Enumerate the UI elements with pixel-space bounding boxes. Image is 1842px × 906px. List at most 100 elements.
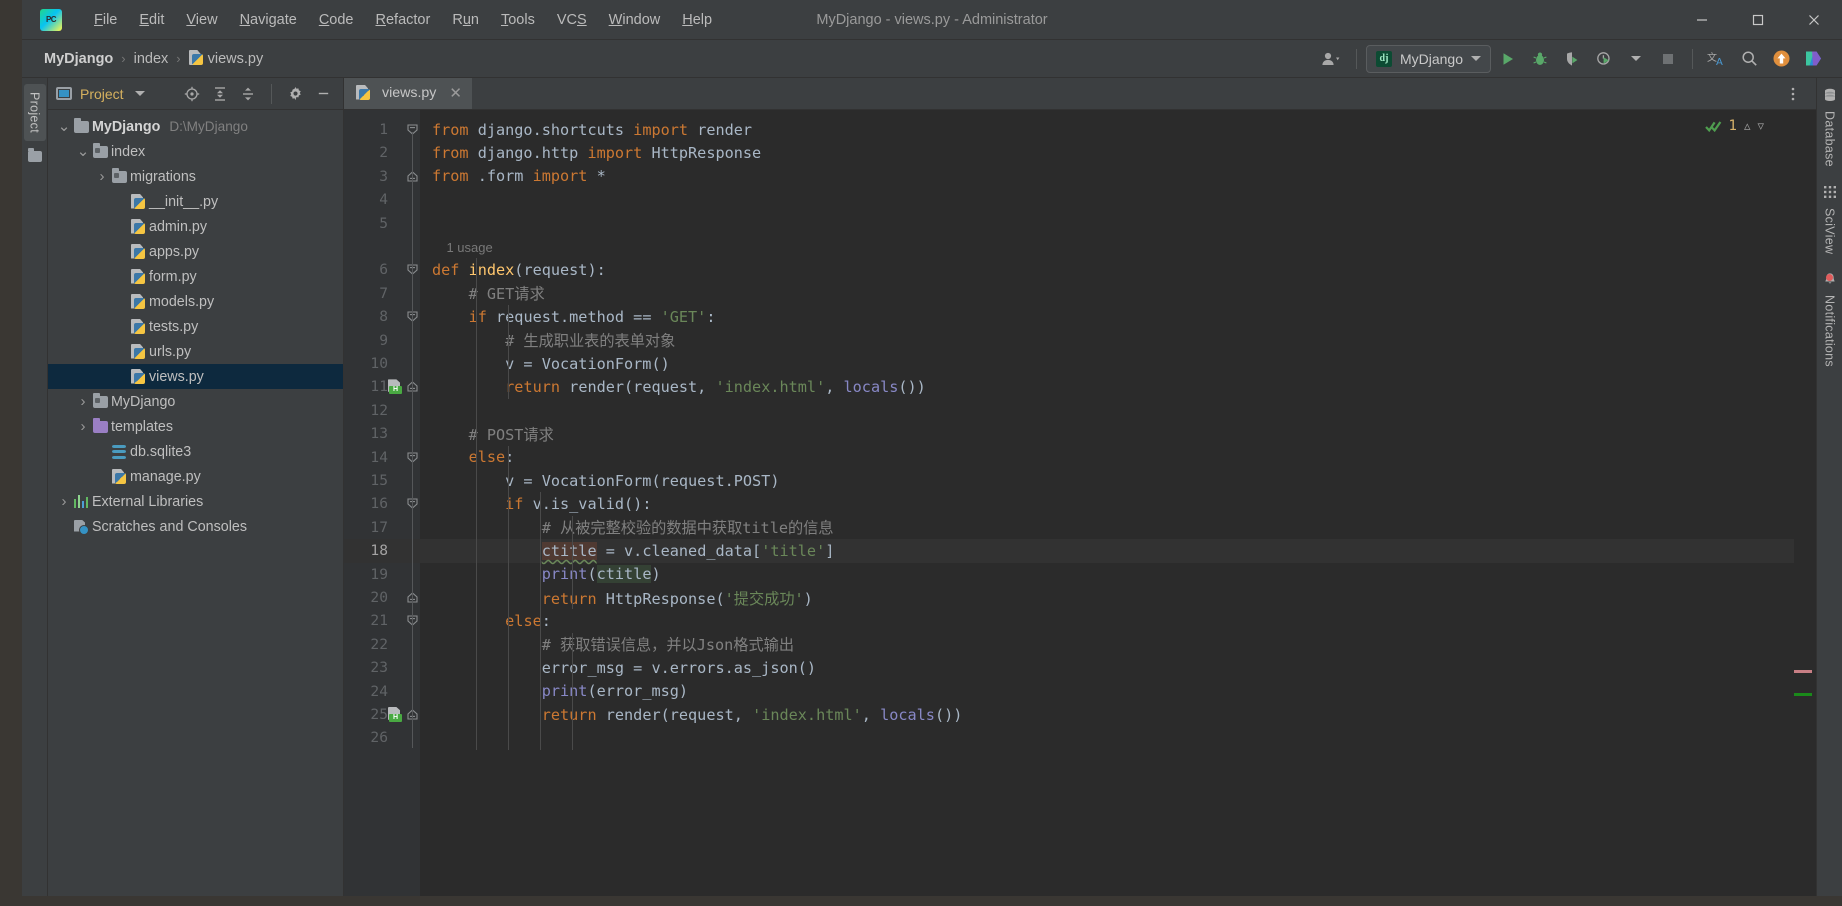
project-view-dropdown[interactable] <box>128 82 152 106</box>
menu-navigate[interactable]: Navigate <box>230 8 307 32</box>
collapse-all-button[interactable] <box>236 82 260 106</box>
code-line[interactable]: v = VocationForm() <box>420 352 1794 375</box>
editor-gutter[interactable]: 1 2 3 4 5 6 7 8 9 10 11 H 12 13 14 15 16 17 18 19 20 21 22 23 24… <box>344 110 420 896</box>
breadcrumb-item-file[interactable]: views.py <box>185 48 268 69</box>
code-line[interactable]: from django.http import HttpResponse <box>420 141 1794 164</box>
tree-item-migrations[interactable]: › migrations <box>48 164 343 189</box>
tree-item-manage-py[interactable]: manage.py <box>48 464 343 489</box>
tree-item-tests-py[interactable]: tests.py <box>48 314 343 339</box>
code-line[interactable]: from django.shortcuts import render <box>420 118 1794 141</box>
sidebar-item-notifications[interactable]: Notifications <box>1823 272 1837 367</box>
code-line[interactable]: if request.method == 'GET': <box>420 305 1794 328</box>
menu-run[interactable]: Run <box>442 8 489 32</box>
code-line[interactable]: # POST请求 <box>420 422 1794 445</box>
run-with-coverage-button[interactable] <box>1557 45 1587 73</box>
translate-button[interactable]: 文 A <box>1702 45 1732 73</box>
chevron-right-icon[interactable]: › <box>75 393 91 410</box>
debug-button[interactable] <box>1525 45 1555 73</box>
tree-item-db-sqlite3[interactable]: db.sqlite3 <box>48 439 343 464</box>
profile-button[interactable] <box>1589 45 1619 73</box>
tree-item--init-py[interactable]: __init__.py <box>48 189 343 214</box>
code-line[interactable]: # GET请求 <box>420 282 1794 305</box>
code-line[interactable]: else: <box>420 446 1794 469</box>
editor-more-options-button[interactable] <box>1778 80 1808 108</box>
close-tab-icon[interactable]: ✕ <box>449 84 462 102</box>
tree-item-templates[interactable]: › templates <box>48 414 343 439</box>
sidebar-item-sciview[interactable]: SciView <box>1823 185 1837 254</box>
code-line[interactable]: error_msg = v.errors.as_json() <box>420 656 1794 679</box>
close-window-button[interactable] <box>1786 0 1842 39</box>
tree-item-apps-py[interactable]: apps.py <box>48 239 343 264</box>
breadcrumb-item-project[interactable]: MyDjango <box>40 49 117 69</box>
minimize-button[interactable] <box>1674 0 1730 39</box>
project-tree[interactable]: ⌄ MyDjango D:\MyDjango ⌄ index › migrations __i… <box>48 110 343 896</box>
chevron-down-icon[interactable]: ▿ <box>1757 118 1764 134</box>
update-project-button[interactable] <box>1766 45 1796 73</box>
scrollbar-ok-marker[interactable] <box>1794 693 1812 696</box>
code-line[interactable]: v = VocationForm(request.POST) <box>420 469 1794 492</box>
tree-item-external-libraries[interactable]: › External Libraries <box>48 489 343 514</box>
html-file-gutter-icon[interactable]: H <box>388 707 403 722</box>
expand-all-button[interactable] <box>208 82 232 106</box>
code-line[interactable]: return HttpResponse('提交成功') <box>420 586 1794 609</box>
chevron-right-icon[interactable]: › <box>56 493 72 510</box>
menu-refactor[interactable]: Refactor <box>366 8 441 32</box>
profile-dropdown[interactable] <box>1621 45 1651 73</box>
tree-item-form-py[interactable]: form.py <box>48 264 343 289</box>
menu-help[interactable]: Help <box>672 8 722 32</box>
menu-tools[interactable]: Tools <box>491 8 545 32</box>
tree-item-mydjango[interactable]: ⌄ MyDjango D:\MyDjango <box>48 114 343 139</box>
code-line[interactable]: ctitle = v.cleaned_data['title'] <box>420 539 1794 563</box>
folder-icon[interactable] <box>27 148 42 163</box>
maximize-button[interactable] <box>1730 0 1786 39</box>
code-line[interactable]: def index(request): <box>420 258 1794 281</box>
code-line[interactable]: print(error_msg) <box>420 680 1794 703</box>
chevron-down-icon[interactable]: ⌄ <box>75 144 91 159</box>
tree-item-index[interactable]: ⌄ index <box>48 139 343 164</box>
code-line[interactable]: from .form import * <box>420 165 1794 188</box>
tree-item-models-py[interactable]: models.py <box>48 289 343 314</box>
locate-file-button[interactable] <box>180 82 204 106</box>
sidebar-item-database[interactable]: Database <box>1823 88 1837 167</box>
scrollbar-error-marker[interactable] <box>1794 670 1812 673</box>
code-line[interactable]: else: <box>420 609 1794 632</box>
code-line[interactable] <box>420 188 1794 211</box>
chevron-down-icon[interactable]: ⌄ <box>56 119 72 134</box>
menu-vcs[interactable]: VCS <box>547 8 597 32</box>
tree-item-urls-py[interactable]: urls.py <box>48 339 343 364</box>
html-file-gutter-icon[interactable]: H <box>388 379 403 395</box>
code-line[interactable]: return render(request, 'index.html', loc… <box>420 703 1794 726</box>
menu-window[interactable]: Window <box>599 8 671 32</box>
account-button[interactable] <box>1317 45 1347 73</box>
tree-item-views-py[interactable]: views.py <box>48 364 343 389</box>
search-everywhere-button[interactable] <box>1734 45 1764 73</box>
hide-panel-button[interactable] <box>311 82 335 106</box>
code-line[interactable]: # 获取错误信息，并以Json格式输出 <box>420 633 1794 656</box>
code-line[interactable] <box>420 212 1794 235</box>
code-line[interactable] <box>420 399 1794 422</box>
chevron-up-icon[interactable]: ▵ <box>1744 118 1751 134</box>
code-line[interactable]: 1 usage <box>420 235 1794 258</box>
tree-item-scratches-and-consoles[interactable]: Scratches and Consoles <box>48 514 343 539</box>
menu-edit[interactable]: Edit <box>129 8 174 32</box>
code-line[interactable] <box>420 726 1794 749</box>
code-line[interactable]: print(ctitle) <box>420 563 1794 586</box>
code-line[interactable]: # 生成职业表的表单对象 <box>420 329 1794 352</box>
stop-button[interactable] <box>1653 45 1683 73</box>
sidebar-item-project[interactable]: Project <box>23 84 46 142</box>
breadcrumb-item-index[interactable]: index <box>130 49 173 69</box>
usage-inlay-hint[interactable]: 1 usage <box>432 240 492 255</box>
run-button[interactable] <box>1493 45 1523 73</box>
code-line[interactable]: # 从被完整校验的数据中获取title的信息 <box>420 516 1794 539</box>
menu-view[interactable]: View <box>176 8 227 32</box>
menu-file[interactable]: File <box>84 8 127 32</box>
ide-features-button[interactable] <box>1798 45 1828 73</box>
code-line[interactable]: if v.is_valid(): <box>420 492 1794 515</box>
tree-item-admin-py[interactable]: admin.py <box>48 214 343 239</box>
code-content[interactable]: 1 ▵ ▿ from django.shortcuts import rende… <box>420 110 1794 896</box>
project-settings-button[interactable] <box>283 82 307 106</box>
inspection-widget[interactable]: 1 ▵ ▿ <box>1704 118 1764 134</box>
code-line[interactable]: return render(request, 'index.html', loc… <box>420 375 1794 398</box>
tree-item-mydjango[interactable]: › MyDjango <box>48 389 343 414</box>
chevron-right-icon[interactable]: › <box>75 418 91 435</box>
